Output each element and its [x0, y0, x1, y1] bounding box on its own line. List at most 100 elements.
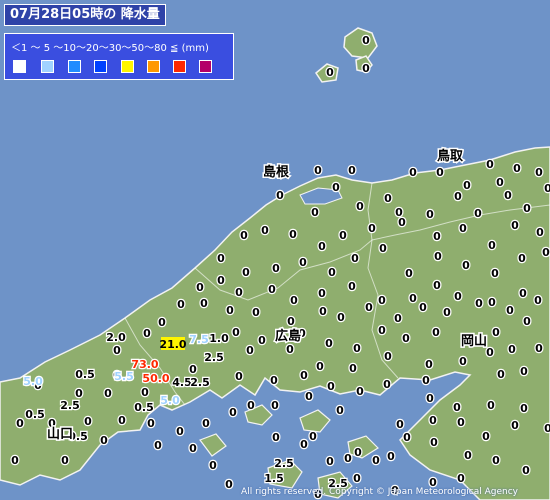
station-zero-marker: 0 — [270, 374, 278, 387]
legend-swatch-1 — [13, 60, 26, 73]
station-zero-marker: 0 — [496, 176, 504, 189]
station-zero-marker: 0 — [272, 262, 280, 275]
copyright-notice: All rights reserved. Copyright © Japan M… — [241, 487, 518, 497]
station-value-dark: 2.5 — [204, 351, 224, 364]
station-zero-marker: 0 — [535, 342, 543, 355]
station-zero-marker: 0 — [143, 327, 151, 340]
station-zero-marker: 0 — [459, 222, 467, 235]
station-zero-marker: 0 — [290, 294, 298, 307]
station-zero-marker: 0 — [378, 294, 386, 307]
station-zero-marker: 0 — [196, 281, 204, 294]
station-zero-marker: 0 — [235, 286, 243, 299]
station-zero-marker: 0 — [513, 162, 521, 175]
station-value-dark: 2.5 — [274, 457, 294, 470]
station-zero-marker: 0 — [318, 287, 326, 300]
station-value-heavy: 50.0 — [142, 372, 169, 385]
station-zero-marker: 0 — [405, 267, 413, 280]
station-zero-marker: 0 — [409, 166, 417, 179]
station-zero-marker: 0 — [287, 315, 295, 328]
station-zero-marker: 0 — [365, 301, 373, 314]
station-value-moderate: 21.0 — [159, 338, 186, 351]
station-value-dark: 0.5 — [75, 368, 95, 381]
legend-swatch-3 — [68, 60, 81, 73]
station-zero-marker: 0 — [200, 297, 208, 310]
station-zero-marker: 0 — [523, 202, 531, 215]
station-zero-marker: 0 — [520, 402, 528, 415]
station-zero-marker: 0 — [339, 229, 347, 242]
station-zero-marker: 0 — [100, 434, 108, 447]
station-zero-marker: 0 — [311, 206, 319, 219]
station-zero-marker: 0 — [232, 326, 240, 339]
station-zero-marker: 0 — [318, 240, 326, 253]
station-zero-marker: 0 — [189, 442, 197, 455]
legend-swatch-4 — [94, 60, 107, 73]
station-zero-marker: 0 — [247, 399, 255, 412]
station-zero-marker: 0 — [344, 452, 352, 465]
station-zero-marker: 0 — [240, 229, 248, 242]
station-zero-marker: 0 — [492, 326, 500, 339]
station-zero-marker: 0 — [354, 446, 362, 459]
station-zero-marker: 0 — [464, 449, 472, 462]
station-zero-marker: 0 — [511, 219, 519, 232]
station-zero-marker: 0 — [202, 417, 210, 430]
station-zero-marker: 0 — [518, 252, 526, 265]
station-zero-marker: 0 — [314, 164, 322, 177]
station-zero-marker: 0 — [488, 239, 496, 252]
station-zero-marker: 0 — [542, 246, 550, 259]
station-zero-marker: 0 — [362, 62, 370, 75]
station-zero-marker: 0 — [16, 417, 24, 430]
station-zero-marker: 0 — [402, 332, 410, 345]
station-zero-marker: 0 — [492, 454, 500, 467]
station-zero-marker: 0 — [300, 438, 308, 451]
station-zero-marker: 0 — [534, 294, 542, 307]
station-zero-marker: 0 — [337, 311, 345, 324]
station-zero-marker: 0 — [474, 207, 482, 220]
legend-swatch-2 — [41, 60, 54, 73]
station-zero-marker: 0 — [463, 179, 471, 192]
station-zero-marker: 0 — [226, 304, 234, 317]
station-zero-marker: 0 — [268, 283, 276, 296]
station-zero-marker: 0 — [457, 416, 465, 429]
station-zero-marker: 0 — [454, 290, 462, 303]
station-zero-marker: 0 — [316, 360, 324, 373]
station-zero-marker: 0 — [217, 274, 225, 287]
station-zero-marker: 0 — [229, 406, 237, 419]
station-zero-marker: 0 — [536, 226, 544, 239]
station-zero-marker: 0 — [113, 344, 121, 357]
station-zero-marker: 0 — [475, 297, 483, 310]
station-zero-marker: 0 — [396, 418, 404, 431]
station-zero-marker: 0 — [356, 200, 364, 213]
legend-swatch-8 — [199, 60, 212, 73]
station-zero-marker: 0 — [519, 287, 527, 300]
station-zero-marker: 0 — [336, 404, 344, 417]
station-zero-marker: 0 — [459, 355, 467, 368]
station-zero-marker: 0 — [309, 430, 317, 443]
station-zero-marker: 0 — [544, 182, 550, 195]
station-zero-marker: 0 — [252, 306, 260, 319]
legend-scale-text: ＜1 ～ 5 ～10～20～30～50～80 ≦ (mm) — [11, 43, 209, 54]
station-zero-marker: 0 — [325, 337, 333, 350]
region-label: 島根 — [263, 164, 290, 180]
station-zero-marker: 0 — [454, 190, 462, 203]
station-zero-marker: 0 — [225, 478, 233, 491]
station-zero-marker: 0 — [319, 305, 327, 318]
station-zero-marker: 0 — [154, 439, 162, 452]
station-zero-marker: 0 — [289, 228, 297, 241]
station-zero-marker: 0 — [434, 250, 442, 263]
map-title: 07月28日05時の 降水量 — [4, 4, 166, 26]
station-zero-marker: 0 — [261, 224, 269, 237]
station-zero-marker: 0 — [430, 436, 438, 449]
station-zero-marker: 0 — [11, 454, 19, 467]
station-zero-marker: 0 — [384, 192, 392, 205]
station-value-dark: 0.5 — [25, 408, 45, 421]
station-zero-marker: 0 — [544, 422, 550, 435]
station-zero-marker: 0 — [433, 230, 441, 243]
region-label: 鳥取 — [437, 148, 464, 164]
legend-panel: ＜1 ～ 5 ～10～20～30～50～80 ≦ (mm) — [4, 33, 234, 80]
station-zero-marker: 0 — [327, 380, 335, 393]
station-zero-marker: 0 — [84, 415, 92, 428]
station-zero-marker: 0 — [436, 166, 444, 179]
station-zero-marker: 0 — [486, 158, 494, 171]
station-zero-marker: 0 — [141, 386, 149, 399]
station-zero-marker: 0 — [443, 306, 451, 319]
